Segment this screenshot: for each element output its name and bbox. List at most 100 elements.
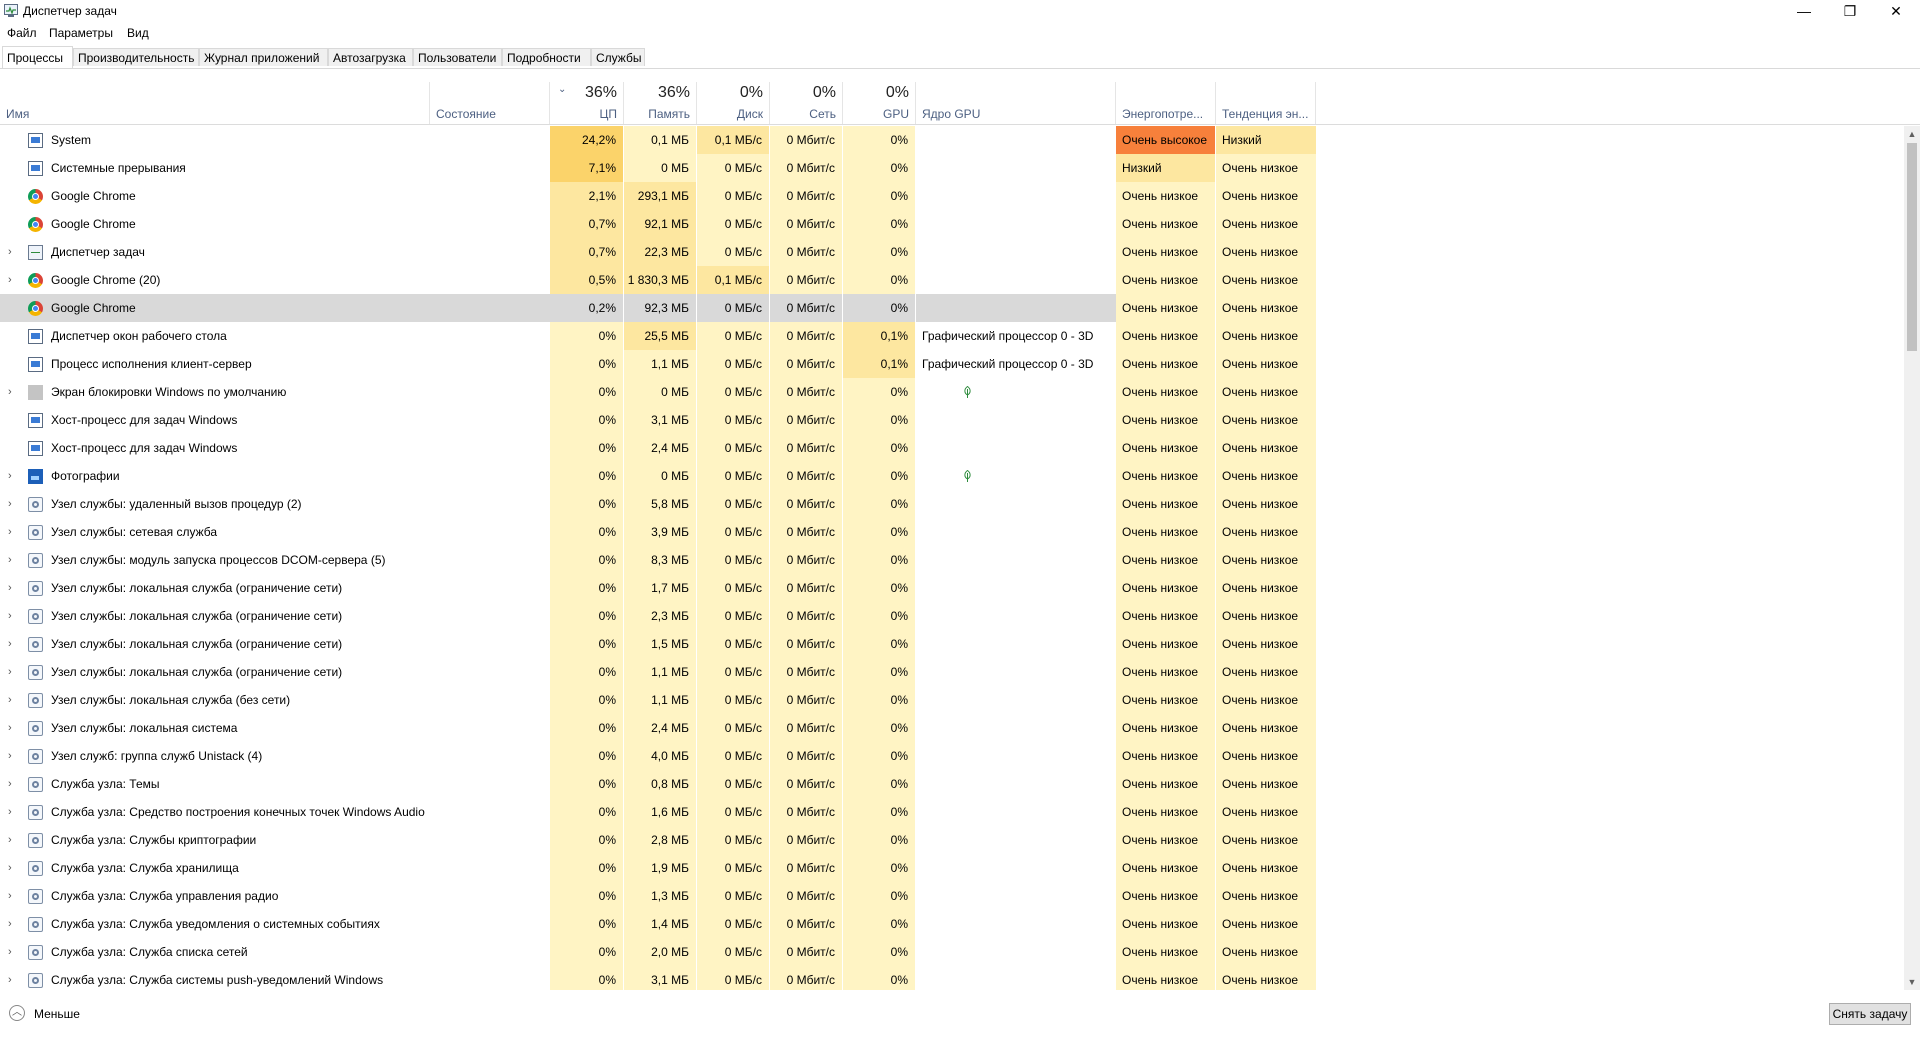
process-name-cell[interactable]: Системные прерывания xyxy=(0,154,430,182)
process-name-cell[interactable]: › Служба узла: Служба хранилища xyxy=(0,854,430,882)
process-row[interactable]: › Узел службы: локальная служба (ограниче… xyxy=(0,658,1316,686)
chevron-right-icon[interactable]: › xyxy=(8,686,18,714)
restore-button[interactable]: ❐ xyxy=(1827,0,1873,22)
fewer-details-link[interactable]: Меньше xyxy=(34,1007,80,1021)
menu-options[interactable]: Параметры xyxy=(49,26,113,40)
process-name-cell[interactable]: › Узел службы: локальная служба (без сети… xyxy=(0,686,430,714)
process-name-cell[interactable]: › Узел службы: локальная служба (ограниче… xyxy=(0,574,430,602)
chevron-right-icon[interactable]: › xyxy=(8,966,18,990)
close-button[interactable]: ✕ xyxy=(1873,0,1919,22)
process-row[interactable]: › Служба узла: Службы криптографии 0% 2,8 М… xyxy=(0,826,1316,854)
chevron-right-icon[interactable]: › xyxy=(8,518,18,546)
process-row[interactable]: › Служба узла: Служба уведомления о систе… xyxy=(0,910,1316,938)
process-name-cell[interactable]: › Служба узла: Служба системы push-уведом… xyxy=(0,966,430,990)
process-name-cell[interactable]: › Узел службы: модуль запуска процессов D… xyxy=(0,546,430,574)
process-row[interactable]: › Служба узла: Служба системы push-уведом… xyxy=(0,966,1316,990)
process-row[interactable]: › Узел служб: группа служб Unistack (4) 0%… xyxy=(0,742,1316,770)
chevron-right-icon[interactable]: › xyxy=(8,238,18,266)
process-name-cell[interactable]: System xyxy=(0,126,430,154)
chevron-right-icon[interactable]: › xyxy=(8,882,18,910)
tab-processes[interactable]: Процессы xyxy=(2,46,73,68)
column-header-memory[interactable]: 36% Память xyxy=(624,82,697,124)
process-row[interactable]: Системные прерывания 7,1% 0 МБ 0 МБ/с 0 Мбит… xyxy=(0,154,1316,182)
process-name-cell[interactable]: › Узел службы: локальная служба (ограниче… xyxy=(0,658,430,686)
column-header-disk[interactable]: 0% Диск xyxy=(697,82,770,124)
menu-file[interactable]: Файл xyxy=(7,26,37,40)
process-row[interactable]: › Узел службы: локальная служба (ограниче… xyxy=(0,574,1316,602)
process-row[interactable]: › Узел службы: локальная служба (ограниче… xyxy=(0,602,1316,630)
process-name-cell[interactable]: › Служба узла: Служба уведомления о систе… xyxy=(0,910,430,938)
process-name-cell[interactable]: › Служба узла: Служба списка сетей xyxy=(0,938,430,966)
chevron-right-icon[interactable]: › xyxy=(8,742,18,770)
column-header-gpu-engine[interactable]: Ядро GPU xyxy=(916,82,1116,124)
minimize-button[interactable]: — xyxy=(1781,0,1827,22)
process-row[interactable]: › Служба узла: Служба хранилища 0% 1,9 МБ 0 … xyxy=(0,854,1316,882)
process-name-cell[interactable]: Google Chrome xyxy=(0,294,430,322)
menu-view[interactable]: Вид xyxy=(127,26,149,40)
process-name-cell[interactable]: › Экран блокировки Windows по умолчанию xyxy=(0,378,430,406)
process-row[interactable]: › Узел службы: локальная служба (ограниче… xyxy=(0,630,1316,658)
process-row[interactable]: Google Chrome 0,2% 92,3 МБ 0 МБ/с 0 Мбит/с 0%… xyxy=(0,294,1316,322)
tab-app-history[interactable]: Журнал приложений xyxy=(199,48,328,66)
process-row[interactable]: › Служба узла: Темы 0% 0,8 МБ 0 МБ/с 0 Мбит/с… xyxy=(0,770,1316,798)
process-name-cell[interactable]: Google Chrome xyxy=(0,210,430,238)
tab-services[interactable]: Службы xyxy=(591,48,645,66)
chevron-right-icon[interactable]: › xyxy=(8,714,18,742)
process-name-cell[interactable]: › Служба узла: Средство построения конечн… xyxy=(0,798,430,826)
process-name-cell[interactable]: Процесс исполнения клиент-сервер xyxy=(0,350,430,378)
process-name-cell[interactable]: › Узел службы: локальная служба (ограниче… xyxy=(0,602,430,630)
process-name-cell[interactable]: › Узел служб: группа служб Unistack (4) xyxy=(0,742,430,770)
process-row[interactable]: › Диспетчер задач 0,7% 22,3 МБ 0 МБ/с 0 Мбит/… xyxy=(0,238,1316,266)
chevron-right-icon[interactable]: › xyxy=(8,490,18,518)
process-name-cell[interactable]: › Диспетчер задач xyxy=(0,238,430,266)
chevron-right-icon[interactable]: › xyxy=(8,574,18,602)
tab-startup[interactable]: Автозагрузка xyxy=(328,48,413,66)
process-name-cell[interactable]: › Узел службы: локальная система xyxy=(0,714,430,742)
column-header-name[interactable]: Имя xyxy=(0,82,430,124)
process-row[interactable]: › Узел службы: сетевая служба 0% 3,9 МБ 0 МБ… xyxy=(0,518,1316,546)
process-row[interactable]: › Фотографии 0% 0 МБ 0 МБ/с 0 Мбит/с 0% Очень н… xyxy=(0,462,1316,490)
column-header-network[interactable]: 0% Сеть xyxy=(770,82,843,124)
process-name-cell[interactable]: › Служба узла: Служба управления радио xyxy=(0,882,430,910)
process-name-cell[interactable]: Диспетчер окон рабочего стола xyxy=(0,322,430,350)
scroll-up-arrow-icon[interactable]: ▲ xyxy=(1904,126,1920,142)
process-name-cell[interactable]: › Google Chrome (20) xyxy=(0,266,430,294)
scrollbar-thumb[interactable] xyxy=(1907,143,1917,351)
column-header-power[interactable]: Энергопотре... xyxy=(1116,82,1216,124)
process-row[interactable]: › Узел службы: модуль запуска процессов D… xyxy=(0,546,1316,574)
process-row[interactable]: Диспетчер окон рабочего стола 0% 25,5 МБ 0 … xyxy=(0,322,1316,350)
process-row[interactable]: › Узел службы: удаленный вызов процедур (… xyxy=(0,490,1316,518)
process-row[interactable]: Хост-процесс для задач Windows 0% 3,1 МБ 0 … xyxy=(0,406,1316,434)
chevron-right-icon[interactable]: › xyxy=(8,546,18,574)
process-row[interactable]: Google Chrome 0,7% 92,1 МБ 0 МБ/с 0 Мбит/с 0%… xyxy=(0,210,1316,238)
tab-users[interactable]: Пользователи xyxy=(413,48,502,66)
chevron-right-icon[interactable]: › xyxy=(8,826,18,854)
chevron-right-icon[interactable]: › xyxy=(8,266,18,294)
process-row[interactable]: › Служба узла: Служба списка сетей 0% 2,0 М… xyxy=(0,938,1316,966)
tab-details[interactable]: Подробности xyxy=(502,48,591,66)
process-row[interactable]: › Google Chrome (20) 0,5% 1 830,3 МБ 0,1 МБ/… xyxy=(0,266,1316,294)
process-row[interactable]: System 24,2% 0,1 МБ 0,1 МБ/с 0 Мбит/с 0% Очень… xyxy=(0,126,1316,154)
process-name-cell[interactable]: Google Chrome xyxy=(0,182,430,210)
process-row[interactable]: › Узел службы: локальная система 0% 2,4 МБ 0… xyxy=(0,714,1316,742)
column-header-gpu[interactable]: 0% GPU xyxy=(843,82,916,124)
chevron-right-icon[interactable]: › xyxy=(8,658,18,686)
process-row[interactable]: › Служба узла: Служба управления радио 0% 1… xyxy=(0,882,1316,910)
chevron-right-icon[interactable]: › xyxy=(8,938,18,966)
vertical-scrollbar[interactable]: ▲ ▼ xyxy=(1904,126,1920,990)
chevron-right-icon[interactable]: › xyxy=(8,910,18,938)
process-name-cell[interactable]: Хост-процесс для задач Windows xyxy=(0,434,430,462)
process-row[interactable]: Хост-процесс для задач Windows 0% 2,4 МБ 0 … xyxy=(0,434,1316,462)
chevron-right-icon[interactable]: › xyxy=(8,770,18,798)
process-name-cell[interactable]: › Узел службы: сетевая служба xyxy=(0,518,430,546)
chevron-right-icon[interactable]: › xyxy=(8,462,18,490)
chevron-right-icon[interactable]: › xyxy=(8,378,18,406)
process-row[interactable]: › Узел службы: локальная служба (без сети… xyxy=(0,686,1316,714)
chevron-up-icon[interactable]: ︿ xyxy=(9,1005,25,1021)
process-name-cell[interactable]: › Служба узла: Службы криптографии xyxy=(0,826,430,854)
process-name-cell[interactable]: Хост-процесс для задач Windows xyxy=(0,406,430,434)
column-header-cpu[interactable]: ⌄ 36% ЦП xyxy=(550,82,624,124)
column-header-power-trend[interactable]: Тенденция эн... xyxy=(1216,82,1316,124)
process-name-cell[interactable]: › Узел службы: удаленный вызов процедур (… xyxy=(0,490,430,518)
process-row[interactable]: Google Chrome 2,1% 293,1 МБ 0 МБ/с 0 Мбит/с 0… xyxy=(0,182,1316,210)
